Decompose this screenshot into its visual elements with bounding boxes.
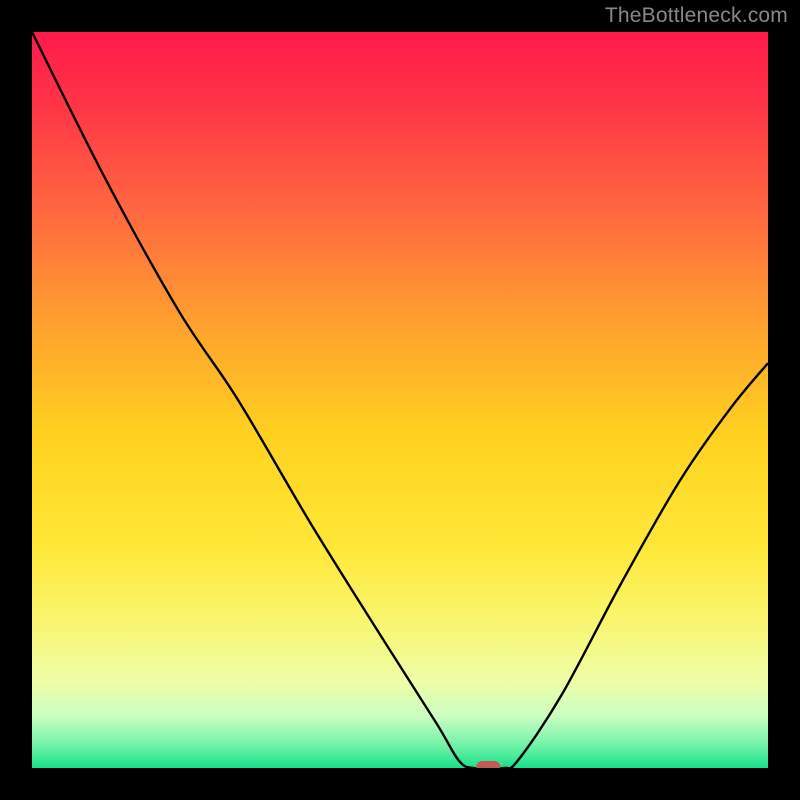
watermark-text: TheBottleneck.com [605, 4, 788, 28]
chart-frame: TheBottleneck.com [0, 0, 800, 800]
gradient-background [32, 32, 768, 768]
optimal-marker [476, 761, 500, 768]
bottleneck-plot [32, 32, 768, 768]
chart-svg [32, 32, 768, 768]
